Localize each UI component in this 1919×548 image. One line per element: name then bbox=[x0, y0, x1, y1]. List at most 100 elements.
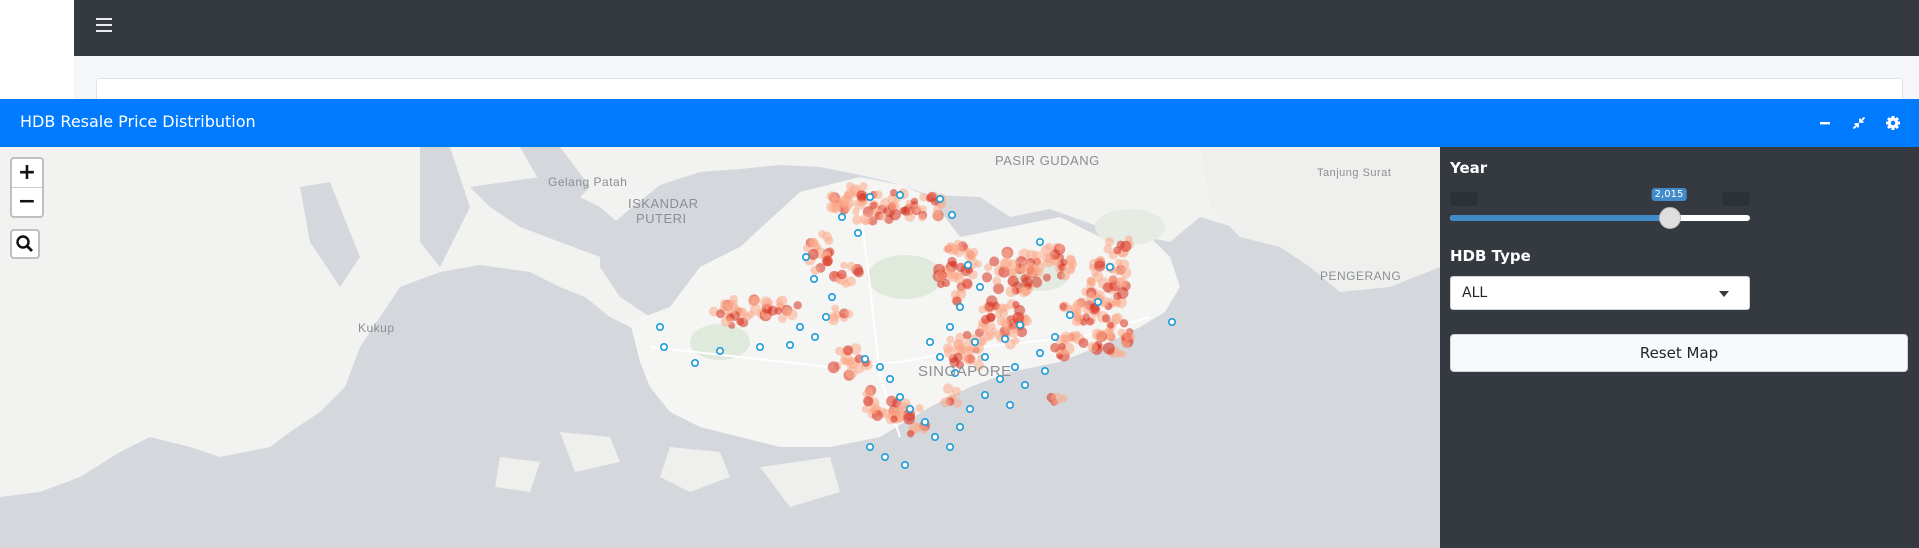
cluster-marker[interactable] bbox=[810, 333, 819, 342]
cluster-marker[interactable] bbox=[875, 363, 884, 372]
cluster-marker[interactable] bbox=[715, 347, 724, 356]
cluster-marker[interactable] bbox=[1010, 363, 1019, 372]
marker-dot[interactable] bbox=[1036, 238, 1045, 247]
search-icon[interactable] bbox=[10, 229, 40, 259]
reset-map-button[interactable]: Reset Map bbox=[1450, 334, 1908, 372]
marker-dot[interactable] bbox=[905, 404, 914, 413]
cluster-marker[interactable] bbox=[963, 261, 972, 270]
cluster-marker[interactable] bbox=[935, 353, 944, 362]
marker-dot[interactable] bbox=[975, 283, 984, 292]
cluster-marker[interactable] bbox=[1168, 318, 1177, 327]
marker-dot[interactable] bbox=[865, 192, 874, 201]
hdb-type-select[interactable]: ALL bbox=[1450, 276, 1750, 310]
cluster-marker[interactable] bbox=[690, 359, 699, 368]
cluster-marker[interactable] bbox=[860, 355, 869, 364]
cluster-marker[interactable] bbox=[905, 404, 914, 413]
cluster-marker[interactable] bbox=[785, 341, 794, 350]
marker-dot[interactable] bbox=[930, 432, 939, 441]
cluster-marker[interactable] bbox=[1051, 333, 1060, 342]
cluster-marker[interactable] bbox=[655, 323, 664, 332]
cluster-marker[interactable] bbox=[1036, 349, 1045, 358]
marker-dot[interactable] bbox=[935, 353, 944, 362]
cluster-marker[interactable] bbox=[980, 353, 989, 362]
marker-dot[interactable] bbox=[810, 333, 819, 342]
marker-dot[interactable] bbox=[809, 275, 818, 284]
cluster-marker[interactable] bbox=[975, 283, 984, 292]
cluster-marker[interactable] bbox=[837, 213, 846, 222]
marker-dot[interactable] bbox=[875, 363, 884, 372]
marker-dot[interactable] bbox=[947, 211, 956, 220]
cluster-marker[interactable] bbox=[885, 375, 894, 384]
map-panel[interactable]: PASIR GUDANG Gelang Patah ISKANDAR PUTER… bbox=[0, 147, 1440, 548]
marker-dot[interactable] bbox=[785, 341, 794, 350]
marker-dot[interactable] bbox=[935, 194, 944, 203]
cluster-marker[interactable] bbox=[880, 452, 889, 461]
marker-dot[interactable] bbox=[1020, 381, 1029, 390]
cluster-marker[interactable] bbox=[1066, 311, 1075, 320]
cluster-marker[interactable] bbox=[970, 338, 979, 347]
cluster-marker[interactable] bbox=[895, 190, 904, 199]
cluster-marker[interactable] bbox=[980, 391, 989, 400]
cluster-marker[interactable] bbox=[809, 275, 818, 284]
marker-dot[interactable] bbox=[970, 338, 979, 347]
cluster-marker[interactable] bbox=[853, 229, 862, 238]
cluster-marker[interactable] bbox=[955, 303, 964, 312]
cluster-marker[interactable] bbox=[1106, 263, 1115, 272]
cluster-marker[interactable] bbox=[865, 442, 874, 451]
cluster-marker[interactable] bbox=[827, 293, 836, 302]
marker-dot[interactable] bbox=[920, 417, 929, 426]
hamburger-icon[interactable] bbox=[96, 18, 112, 32]
minimize-icon[interactable] bbox=[1815, 113, 1835, 133]
compress-icon[interactable] bbox=[1849, 113, 1869, 133]
cluster-marker[interactable] bbox=[965, 404, 974, 413]
marker-dot[interactable] bbox=[1051, 333, 1060, 342]
cluster-marker[interactable] bbox=[1015, 321, 1024, 330]
marker-dot[interactable] bbox=[1000, 335, 1009, 344]
marker-dot[interactable] bbox=[945, 323, 954, 332]
marker-dot[interactable] bbox=[853, 229, 862, 238]
cluster-marker[interactable] bbox=[795, 323, 804, 332]
marker-dot[interactable] bbox=[659, 343, 668, 352]
cluster-marker[interactable] bbox=[755, 343, 764, 352]
marker-dot[interactable] bbox=[865, 442, 874, 451]
cluster-marker[interactable] bbox=[925, 338, 934, 347]
slider-handle[interactable] bbox=[1659, 207, 1681, 229]
marker-dot[interactable] bbox=[945, 442, 954, 451]
marker-dot[interactable] bbox=[925, 338, 934, 347]
marker-dot[interactable] bbox=[821, 313, 830, 322]
cluster-marker[interactable] bbox=[930, 432, 939, 441]
gear-icon[interactable] bbox=[1883, 113, 1903, 133]
marker-dot[interactable] bbox=[880, 452, 889, 461]
cluster-marker[interactable] bbox=[920, 417, 929, 426]
cluster-marker[interactable] bbox=[955, 422, 964, 431]
marker-dot[interactable] bbox=[795, 323, 804, 332]
cluster-marker[interactable] bbox=[947, 211, 956, 220]
marker-dot[interactable] bbox=[755, 343, 764, 352]
marker-dot[interactable] bbox=[1015, 321, 1024, 330]
marker-dot[interactable] bbox=[965, 404, 974, 413]
marker-dot[interactable] bbox=[955, 422, 964, 431]
marker-dot[interactable] bbox=[980, 353, 989, 362]
marker-dot[interactable] bbox=[1010, 363, 1019, 372]
marker-dot[interactable] bbox=[1066, 311, 1075, 320]
marker-dot[interactable] bbox=[1005, 401, 1014, 410]
marker-dot[interactable] bbox=[1168, 318, 1177, 327]
cluster-marker[interactable] bbox=[1020, 381, 1029, 390]
cluster-marker[interactable] bbox=[1005, 401, 1014, 410]
marker-dot[interactable] bbox=[895, 190, 904, 199]
marker-dot[interactable] bbox=[980, 391, 989, 400]
marker-dot[interactable] bbox=[801, 253, 810, 262]
cluster-marker[interactable] bbox=[1094, 298, 1103, 307]
cluster-marker[interactable] bbox=[1036, 238, 1045, 247]
marker-dot[interactable] bbox=[655, 323, 664, 332]
cluster-marker[interactable] bbox=[1000, 335, 1009, 344]
marker-dot[interactable] bbox=[837, 213, 846, 222]
cluster-marker[interactable] bbox=[1041, 367, 1050, 376]
cluster-marker[interactable] bbox=[659, 343, 668, 352]
year-slider[interactable]: 2,015 bbox=[1450, 188, 1750, 229]
marker-dot[interactable] bbox=[955, 303, 964, 312]
cluster-marker[interactable] bbox=[821, 313, 830, 322]
marker-dot[interactable] bbox=[963, 261, 972, 270]
zoom-in-button[interactable]: + bbox=[12, 159, 42, 188]
cluster-marker[interactable] bbox=[945, 442, 954, 451]
